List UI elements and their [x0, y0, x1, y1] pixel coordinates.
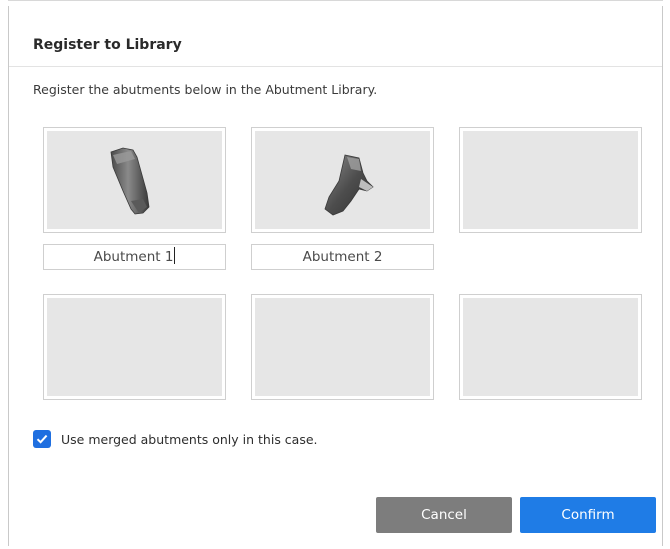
- merged-abutments-checkbox[interactable]: [33, 430, 51, 448]
- abutment-tile-2[interactable]: [251, 127, 434, 233]
- empty-slot-3[interactable]: [459, 127, 642, 233]
- merged-abutments-label: Use merged abutments only in this case.: [61, 431, 318, 447]
- window-top-border: [8, 0, 663, 1]
- abutment-preview-1: [47, 131, 222, 229]
- abutment-model-2-icon: [324, 154, 374, 216]
- abutment-model-1-icon: [110, 147, 150, 215]
- text-caret: [174, 247, 176, 264]
- empty-slot-6[interactable]: [459, 294, 642, 400]
- checkmark-icon: [36, 434, 48, 444]
- abutment-name-1: Abutment 1: [93, 249, 174, 265]
- abutment-name-2: Abutment 2: [302, 249, 383, 265]
- abutment-name-field-2[interactable]: Abutment 2: [251, 244, 434, 270]
- abutment-preview-2: [255, 131, 430, 229]
- register-to-library-dialog: Register to Library Register the abutmen…: [8, 6, 663, 546]
- cancel-button[interactable]: Cancel: [376, 497, 512, 533]
- merged-abutments-option[interactable]: Use merged abutments only in this case.: [33, 430, 318, 448]
- confirm-button[interactable]: Confirm: [520, 497, 656, 533]
- dialog-title: Register to Library: [33, 37, 182, 53]
- title-divider: [9, 66, 662, 67]
- abutment-name-field-1[interactable]: Abutment 1: [43, 244, 226, 270]
- empty-slot-5[interactable]: [251, 294, 434, 400]
- empty-slot-4[interactable]: [43, 294, 226, 400]
- dialog-description: Register the abutments below in the Abut…: [33, 82, 378, 97]
- abutment-tile-1[interactable]: [43, 127, 226, 233]
